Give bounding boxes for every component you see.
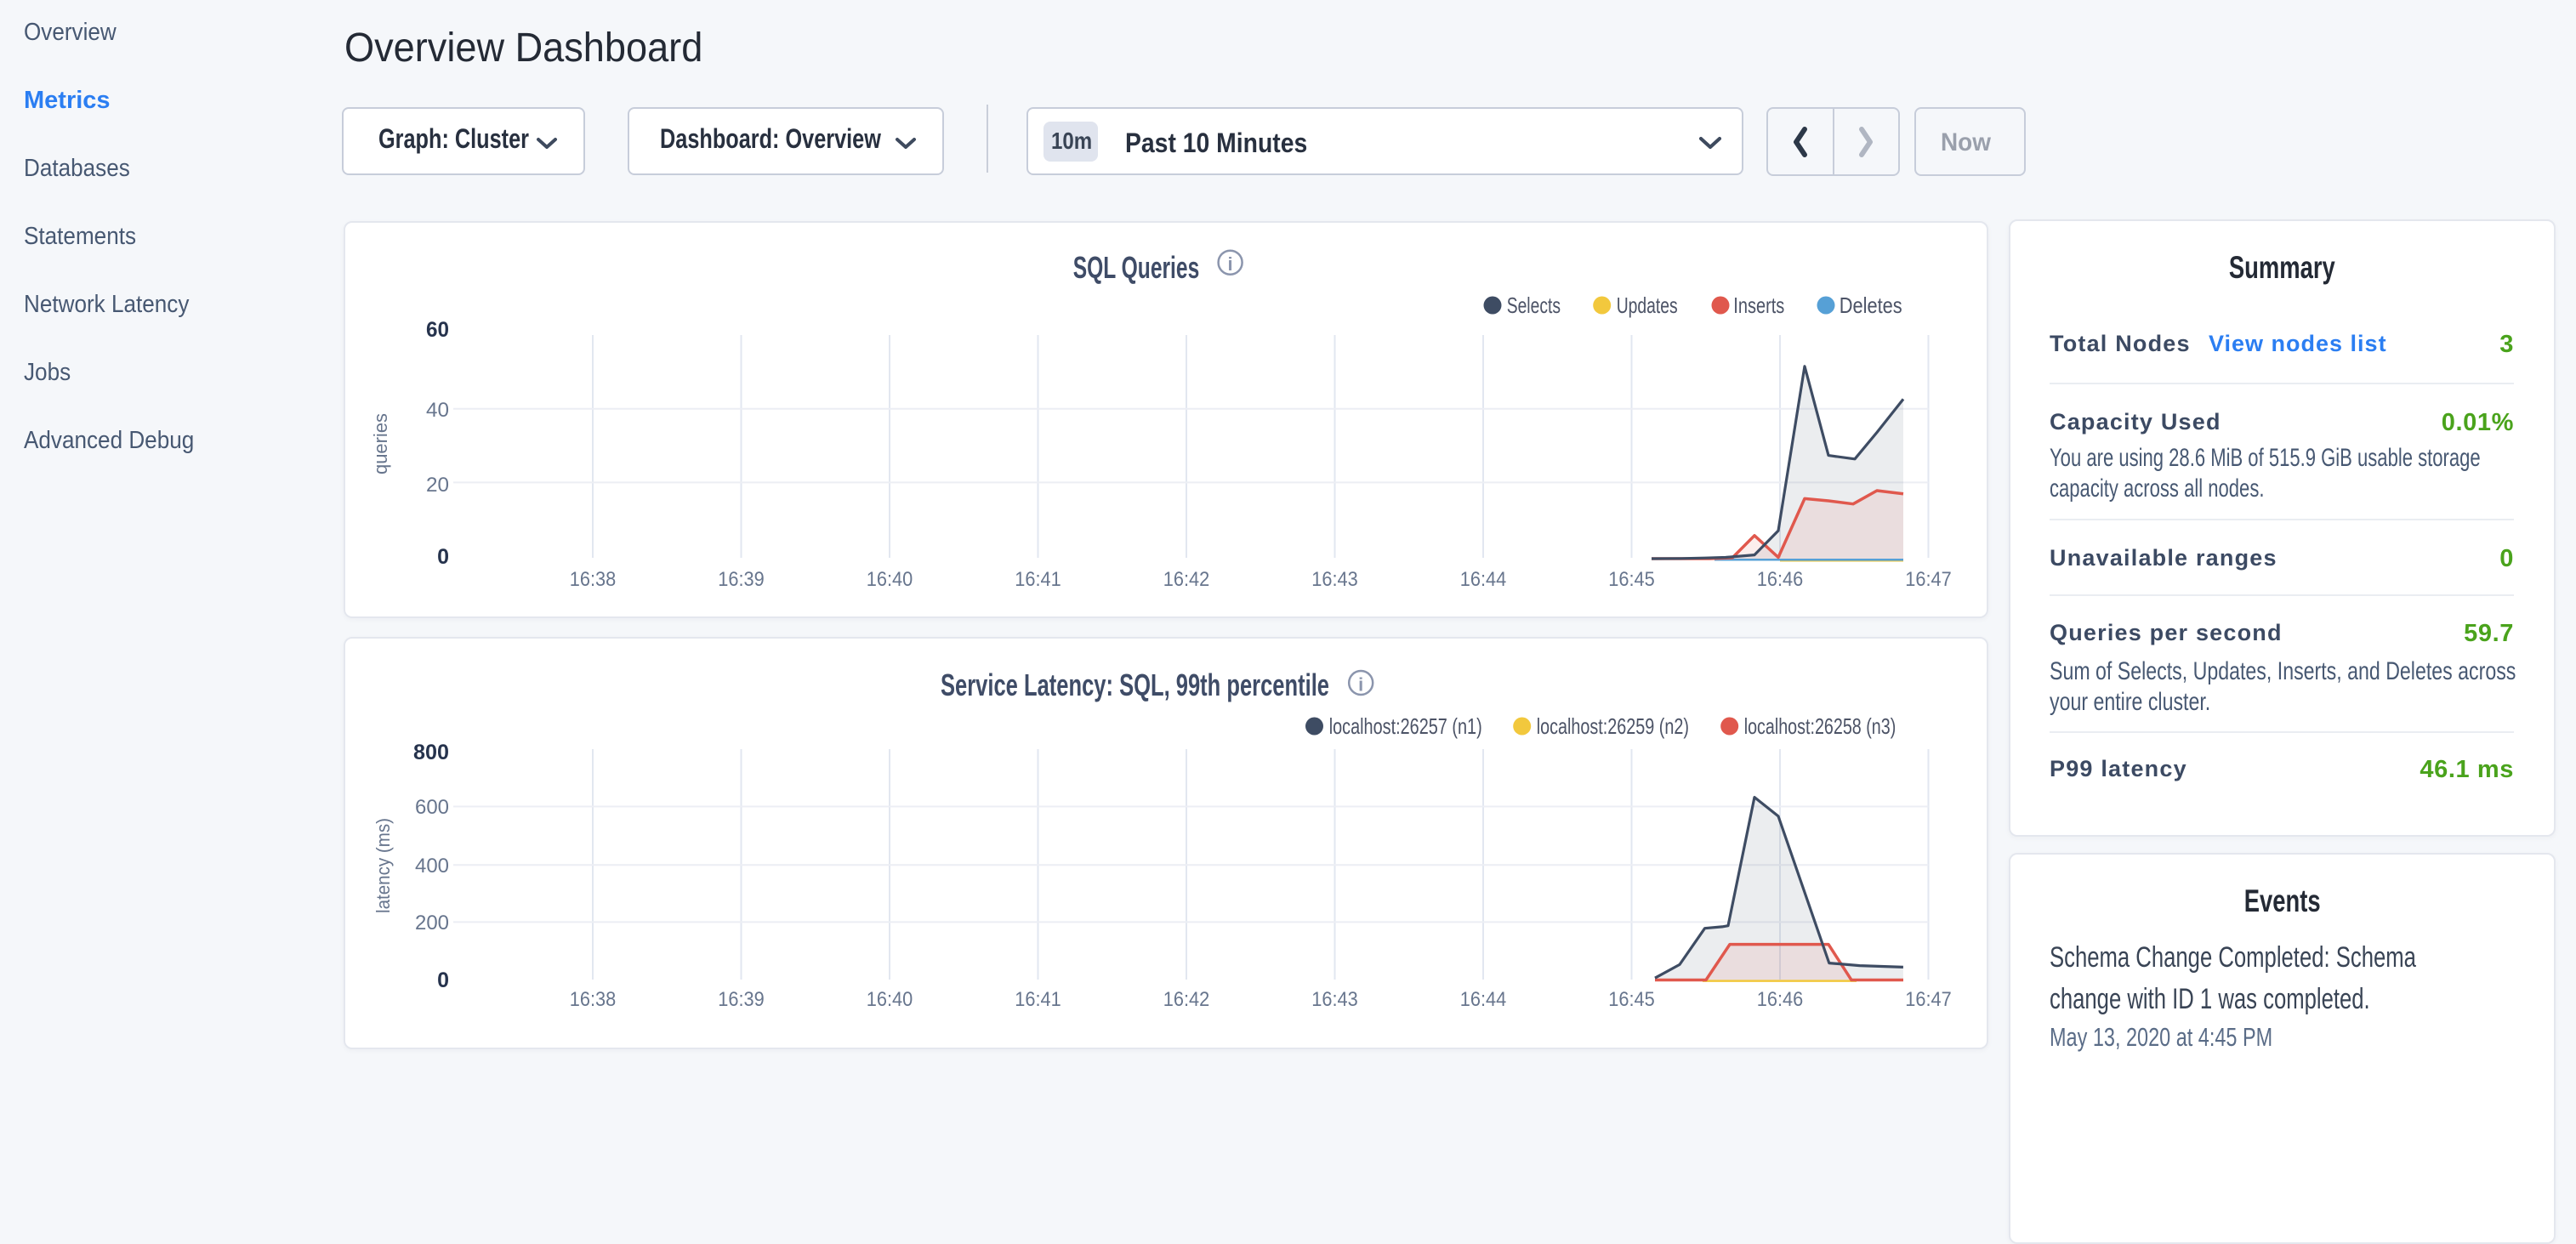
svg-text:0: 0	[437, 969, 449, 992]
svg-text:16:38: 16:38	[570, 988, 617, 1011]
svg-text:Service Latency: SQL, 99th per: Service Latency: SQL, 99th percentile	[941, 667, 1329, 702]
svg-text:queries: queries	[370, 413, 391, 474]
svg-text:800: 800	[413, 741, 449, 764]
svg-text:16:41: 16:41	[1015, 568, 1061, 591]
svg-text:600: 600	[415, 796, 449, 819]
svg-text:16:39: 16:39	[718, 988, 765, 1011]
svg-text:Updates: Updates	[1617, 293, 1678, 318]
svg-text:16:43: 16:43	[1311, 988, 1358, 1011]
svg-text:16:43: 16:43	[1311, 568, 1358, 591]
svg-text:localhost:26258 (n3): localhost:26258 (n3)	[1744, 713, 1896, 739]
svg-text:200: 200	[415, 912, 449, 934]
svg-text:16:47: 16:47	[1905, 568, 1952, 591]
svg-text:Selects: Selects	[1507, 293, 1561, 318]
svg-text:Deletes: Deletes	[1840, 293, 1902, 318]
svg-text:20: 20	[426, 474, 449, 497]
svg-text:16:46: 16:46	[1757, 988, 1804, 1011]
svg-text:16:40: 16:40	[867, 988, 913, 1011]
svg-text:16:42: 16:42	[1163, 568, 1210, 591]
svg-text:16:46: 16:46	[1757, 568, 1804, 591]
svg-text:localhost:26257 (n1): localhost:26257 (n1)	[1329, 713, 1482, 739]
svg-text:0: 0	[437, 545, 449, 569]
svg-text:400: 400	[415, 855, 449, 878]
svg-text:Inserts: Inserts	[1733, 293, 1784, 318]
svg-text:16:40: 16:40	[867, 568, 913, 591]
svg-text:16:45: 16:45	[1608, 568, 1655, 591]
svg-text:16:39: 16:39	[718, 568, 765, 591]
svg-text:i: i	[1358, 673, 1363, 695]
svg-text:60: 60	[426, 318, 449, 342]
svg-text:SQL Queries: SQL Queries	[1073, 250, 1200, 285]
svg-text:16:42: 16:42	[1163, 988, 1210, 1011]
svg-text:latency (ms): latency (ms)	[372, 818, 394, 913]
svg-text:localhost:26259 (n2): localhost:26259 (n2)	[1537, 713, 1689, 739]
svg-text:16:45: 16:45	[1608, 988, 1655, 1011]
svg-text:i: i	[1228, 253, 1233, 275]
svg-text:16:38: 16:38	[570, 568, 617, 591]
svg-text:16:47: 16:47	[1905, 988, 1952, 1011]
svg-text:16:44: 16:44	[1460, 568, 1507, 591]
svg-text:16:44: 16:44	[1460, 988, 1507, 1011]
svg-text:16:41: 16:41	[1015, 988, 1061, 1011]
svg-text:40: 40	[426, 399, 449, 422]
